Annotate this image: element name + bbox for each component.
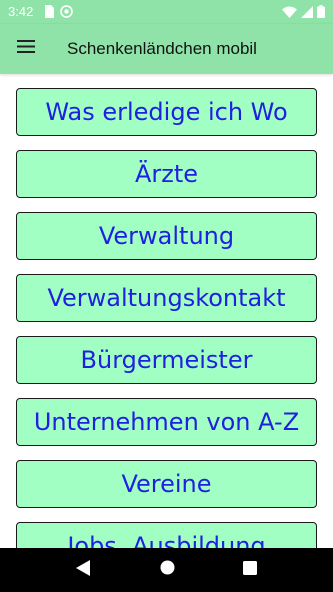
status-time: 3:42 bbox=[8, 4, 34, 19]
cell-signal-icon bbox=[301, 5, 313, 23]
status-bar: 3:42 bbox=[0, 0, 333, 24]
menu-button-buergermeister[interactable]: Bürgermeister bbox=[16, 336, 317, 384]
menu-list: Was erledige ich Wo Ärzte Verwaltung Ver… bbox=[16, 88, 317, 548]
app-bar: Schenkenländchen mobil bbox=[0, 24, 333, 74]
menu-button-verwaltung[interactable]: Verwaltung bbox=[16, 212, 317, 260]
menu-button-aerzte[interactable]: Ärzte bbox=[16, 150, 317, 198]
sim-card-icon bbox=[44, 5, 54, 23]
back-triangle-icon bbox=[76, 559, 90, 581]
status-left-icons bbox=[44, 5, 73, 23]
system-nav-bar bbox=[0, 548, 333, 592]
main-content[interactable]: Was erledige ich Wo Ärzte Verwaltung Ver… bbox=[0, 74, 333, 548]
back-button[interactable] bbox=[73, 559, 93, 581]
app-title: Schenkenländchen mobil bbox=[67, 39, 257, 58]
menu-button-verwaltungskontakt[interactable]: Verwaltungskontakt bbox=[16, 274, 317, 322]
home-circle-icon bbox=[160, 560, 175, 580]
hamburger-menu-button[interactable] bbox=[12, 35, 40, 63]
wifi-icon bbox=[282, 5, 297, 23]
recents-button[interactable] bbox=[240, 560, 260, 580]
status-right-icons bbox=[282, 5, 325, 23]
menu-button-vereine[interactable]: Vereine bbox=[16, 460, 317, 508]
battery-icon bbox=[317, 5, 325, 23]
menu-button-was-erledige-ich-wo[interactable]: Was erledige ich Wo bbox=[16, 88, 317, 136]
recents-square-icon bbox=[243, 560, 257, 580]
at-sign-icon bbox=[60, 5, 73, 23]
home-button[interactable] bbox=[157, 560, 177, 580]
hamburger-menu-icon bbox=[17, 40, 35, 58]
menu-button-jobs-ausbildung[interactable]: Jobs, Ausbildung bbox=[16, 522, 317, 548]
menu-button-unternehmen-a-z[interactable]: Unternehmen von A-Z bbox=[16, 398, 317, 446]
